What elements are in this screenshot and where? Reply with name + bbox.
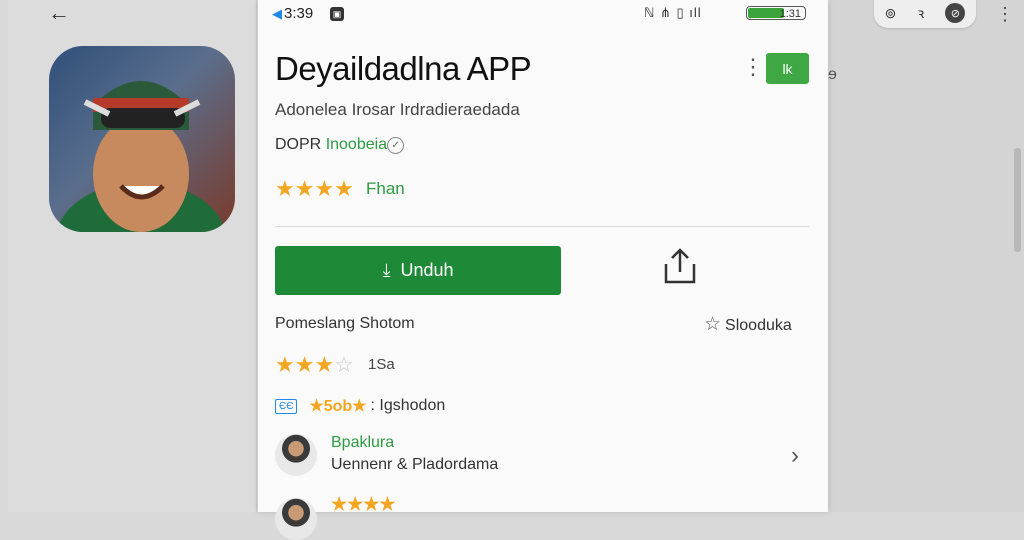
review-item[interactable]: Bpaklura Uennenr & Pladordama ›: [275, 432, 809, 482]
scrollbar[interactable]: [1014, 148, 1021, 252]
wishlist-button[interactable]: ☆ Slooduka: [704, 313, 792, 336]
browser-toolbar-pill[interactable]: ⊚ ꝛ ⊘: [874, 0, 976, 28]
back-arrow-icon[interactable]: ←: [48, 0, 70, 26]
wishlist-label: Slooduka: [725, 317, 792, 334]
badge-row: ЄЄ ★5ob★ : Igshodon: [275, 396, 445, 416]
app-icon-image: [49, 46, 235, 232]
chevron-right-icon[interactable]: ›: [791, 442, 799, 470]
background-text-fragment: ɘ: [828, 66, 837, 83]
badge-stars: ★5ob★: [309, 398, 367, 415]
rating-label[interactable]: Fhan: [366, 179, 405, 198]
rating-row: ★★★★ Fhan: [275, 176, 405, 202]
mini-action-button[interactable]: lk: [766, 53, 809, 84]
section-title: Pomeslang Shotom: [275, 315, 415, 332]
battery-fill: [748, 8, 784, 18]
review-text: Uennenr & Pladordama: [331, 456, 499, 473]
status-time-text: 3:39: [284, 5, 314, 22]
avatar: [275, 498, 317, 540]
content-badge: ЄЄ: [275, 398, 298, 414]
share-icon[interactable]: [662, 246, 698, 286]
status-icons: ℕ ⋔ ▯ ıll: [644, 5, 702, 20]
location-arrow-icon: ◀: [272, 6, 282, 21]
star-outline-icon: ☆: [704, 314, 722, 335]
app-subtitle: Adonelea Irosar Irdradieraedada: [275, 100, 520, 119]
more-options-icon[interactable]: ⋮: [742, 56, 764, 78]
review-item[interactable]: ★★★★: [275, 494, 809, 540]
status-bar: ◀ 3:39 ▣ ℕ ⋔ ▯ ıll 1:31: [258, 0, 828, 28]
avatar: [275, 434, 317, 476]
developer-prefix: DOPR: [275, 136, 322, 153]
rating-summary: ★★★☆ 1Sa: [275, 352, 395, 378]
verified-icon: ✓: [387, 137, 405, 154]
download-icon: ⤓: [382, 260, 391, 280]
right-panel: [828, 0, 1024, 512]
app-title: Deyaildadlna APP: [275, 50, 532, 87]
status-time: ◀ 3:39: [272, 5, 313, 22]
notification-icon: ▣: [330, 7, 344, 21]
battery-text: 1:31: [779, 8, 801, 20]
rating-stars-full: ★★★: [275, 352, 335, 377]
edit-icon[interactable]: ꝛ: [918, 4, 925, 23]
review-author[interactable]: Bpaklura: [331, 434, 394, 452]
browser-menu-icon[interactable]: ⋮: [996, 4, 1014, 25]
divider: [275, 226, 809, 227]
developer-name[interactable]: Inoobeia: [326, 136, 387, 153]
person-photo-icon: [56, 81, 226, 232]
rating-stars: ★★★★: [275, 176, 354, 201]
account-icon[interactable]: ⊚: [885, 5, 897, 22]
rating-stars-empty: ☆: [334, 352, 354, 377]
developer-row[interactable]: DOPR Inoobeia ✓: [275, 136, 405, 154]
battery-icon: 1:31: [746, 6, 806, 20]
rating-count: 1Sa: [368, 356, 395, 373]
badge-text: : Igshodon: [370, 397, 446, 414]
download-button[interactable]: ⤓ Unduh: [275, 246, 561, 295]
profile-icon[interactable]: ⊘: [945, 3, 966, 23]
download-label: Unduh: [400, 260, 454, 280]
phone-screen: ◀ 3:39 ▣ ℕ ⋔ ▯ ıll 1:31 Deyaildadlna APP …: [258, 0, 828, 540]
